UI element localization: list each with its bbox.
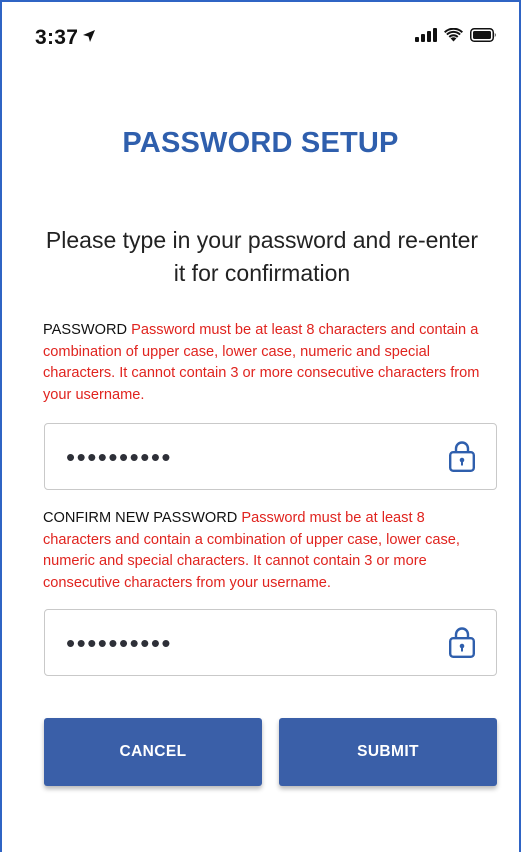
lock-icon[interactable] — [448, 625, 476, 659]
status-icons — [415, 28, 497, 42]
cancel-button[interactable]: CANCEL — [44, 718, 262, 786]
password-label: PASSWORD — [43, 322, 128, 338]
password-description: PASSWORD Password must be at least 8 cha… — [43, 320, 493, 406]
confirm-password-input[interactable]: •••••••••• — [44, 609, 497, 676]
lock-icon[interactable] — [448, 439, 476, 473]
location-arrow-icon — [83, 30, 96, 43]
confirm-password-description: CONFIRM NEW PASSWORD Password must be at… — [43, 508, 493, 594]
confirm-password-label: CONFIRM NEW PASSWORD — [43, 510, 238, 526]
status-time: 3:37 — [35, 26, 96, 50]
password-masked-value: •••••••••• — [66, 442, 173, 472]
confirm-password-masked-value: •••••••••• — [66, 628, 173, 658]
submit-button[interactable]: SUBMIT — [279, 718, 497, 786]
battery-icon — [470, 28, 496, 42]
cellular-signal-icon — [415, 28, 437, 42]
instructions-text: Please type in your password and re-ente… — [45, 227, 479, 286]
status-bar: 3:37 — [2, 2, 519, 82]
status-time-text: 3:37 — [35, 26, 79, 49]
wifi-icon — [444, 28, 463, 42]
password-input[interactable]: •••••••••• — [44, 423, 497, 490]
page-title: PASSWORD SETUP — [122, 127, 399, 159]
phone-screen: 3:37 PASSWORD SETUP Please type in your … — [0, 0, 521, 852]
